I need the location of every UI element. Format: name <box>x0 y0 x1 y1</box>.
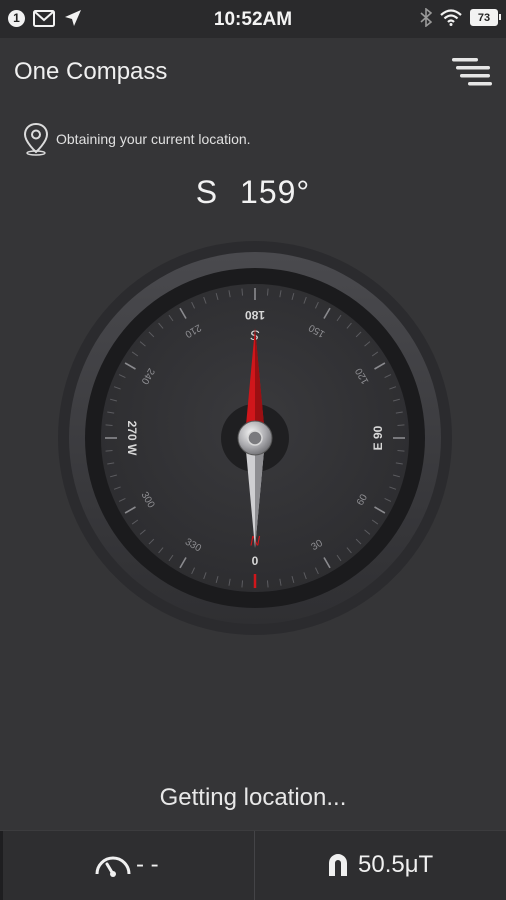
screen: 1 10:52AM 73 One Compass Obtaining your … <box>0 0 506 900</box>
dial-tick <box>241 288 244 296</box>
bottom-bar: - - 50.5μT <box>0 830 506 900</box>
dial-tick <box>397 424 405 427</box>
bluetooth-icon <box>420 8 432 27</box>
wifi-icon <box>440 9 462 26</box>
dial-label: 0 <box>252 554 259 568</box>
status-right: 73 <box>420 8 501 27</box>
magnet-icon <box>329 854 347 876</box>
heading-direction: S <box>195 174 219 210</box>
magnetic-value: 50.5μT <box>358 851 434 878</box>
dial-tick <box>266 288 269 296</box>
dial-tick <box>241 580 244 588</box>
dial-label: E 90 <box>371 425 385 450</box>
speed-value: - - <box>136 851 159 878</box>
battery-level: 73 <box>477 11 491 24</box>
dial-tick <box>105 449 113 452</box>
battery-icon: 73 <box>470 9 501 26</box>
dial-label: 270 W <box>125 421 139 456</box>
bottom-bar-divider <box>254 831 255 900</box>
dial-tick <box>105 424 113 427</box>
heading-degrees: 159° <box>240 174 311 210</box>
location-row: Obtaining your current location. <box>22 122 251 156</box>
compass-dial: 03060E 90120150180210240270 W300330NS <box>58 241 452 635</box>
speedometer-icon <box>95 856 131 877</box>
status-bar: 1 10:52AM 73 <box>0 0 506 38</box>
dial-tick <box>266 580 269 588</box>
needle-hub-inner <box>247 430 263 446</box>
compass[interactable]: 03060E 90120150180210240270 W300330NS <box>55 240 455 640</box>
heading-readout: S 159° <box>0 174 506 211</box>
bottom-bar-edge <box>0 831 3 900</box>
dial-tick <box>397 449 405 452</box>
speed-readout: - - <box>94 851 159 879</box>
menu-button[interactable] <box>450 54 496 90</box>
app-title: One Compass <box>14 58 168 85</box>
location-pin-icon <box>23 122 49 156</box>
location-status: Obtaining your current location. <box>56 131 251 147</box>
dial-label: 180 <box>245 308 265 322</box>
menu-icon <box>452 58 492 86</box>
footer-status: Getting location... <box>159 784 347 811</box>
magnetic-readout: 50.5μT <box>326 851 433 879</box>
